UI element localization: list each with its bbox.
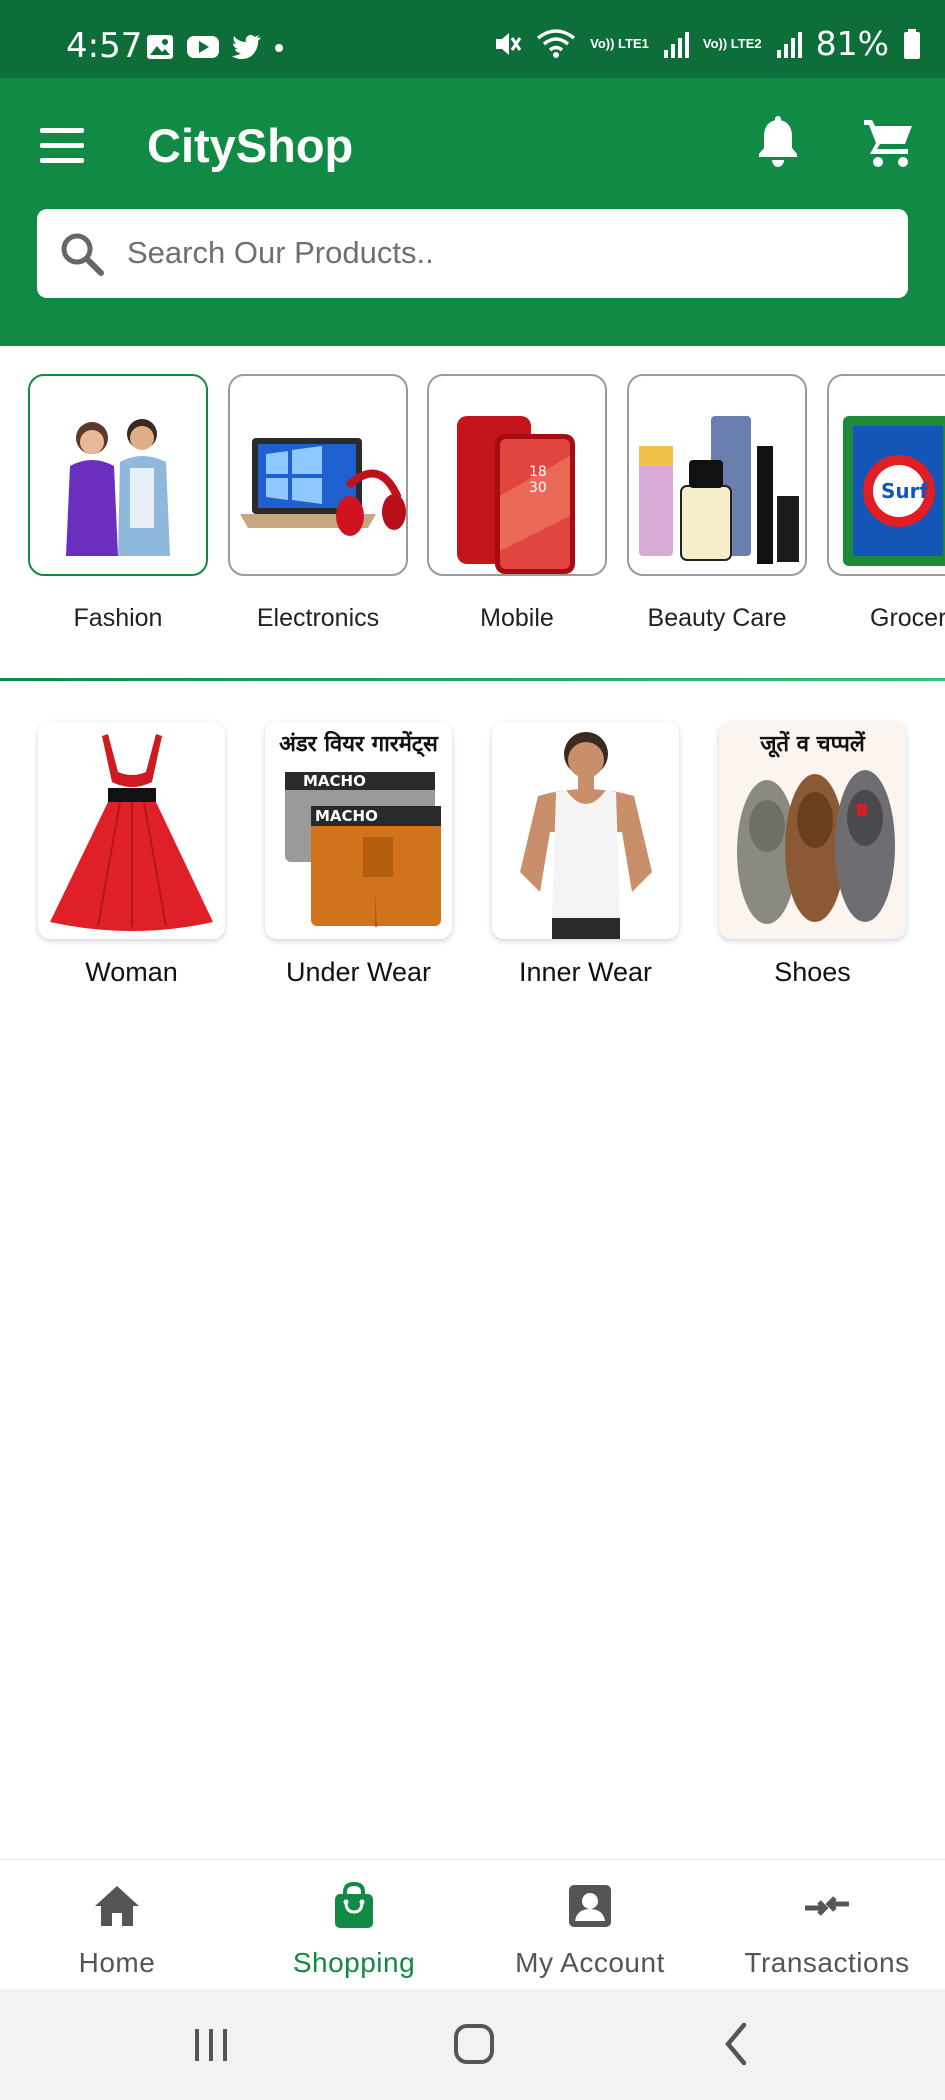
signal-icon [663, 31, 689, 58]
nav-shopping[interactable]: Shopping [244, 1880, 464, 1979]
category-card[interactable] [28, 374, 208, 576]
category-label: Electronics [256, 604, 380, 632]
subcategory-inner-wear[interactable]: Inner Wear [492, 722, 679, 988]
category-fashion[interactable]: Fashion [28, 374, 208, 633]
svg-text:Surf: Surf [881, 479, 929, 503]
category-grocery[interactable]: Surf Grocer [827, 374, 945, 633]
underwear-image: MACHO MACHO [285, 772, 441, 927]
inner-wear-image [520, 732, 652, 939]
signal-icon [776, 31, 802, 58]
category-electronics[interactable]: Electronics [228, 374, 408, 633]
account-icon [569, 1885, 611, 1927]
status-system-icons: Vo)) LTE1 Vo)) LTE2 81% [492, 24, 921, 63]
youtube-icon [187, 36, 219, 58]
subcategory-label: Shoes [774, 957, 851, 987]
search-icon[interactable] [59, 231, 105, 277]
mute-icon [496, 32, 522, 55]
search-input[interactable] [127, 219, 887, 287]
shoes-image [737, 770, 895, 924]
home-button-icon[interactable] [444, 2017, 504, 2071]
category-card[interactable] [627, 374, 807, 576]
nav-label: My Account [515, 1947, 665, 1978]
status-notification-icons [146, 32, 284, 62]
category-mobile[interactable]: 18 30 Mobile [427, 374, 607, 633]
svg-text:30: 30 [529, 480, 547, 496]
app-title: CityShop [147, 119, 354, 172]
category-label: Beauty Care [647, 604, 787, 632]
beauty-care-image [639, 416, 799, 564]
transactions-icon [805, 1896, 849, 1916]
category-divider [0, 678, 945, 681]
nav-transactions[interactable]: Transactions [717, 1880, 937, 1979]
status-bar: 4:57 Vo)) LTE1 Vo)) LTE2 81% [0, 0, 945, 78]
wifi-icon [537, 28, 576, 58]
category-card[interactable]: Surf [827, 374, 945, 576]
underwear-brand-label: MACHO [303, 772, 366, 790]
twitter-icon [232, 34, 261, 59]
subcategory-under-wear[interactable]: अंडर वियर गारमेंट्स MACHO MACHO Under We… [265, 722, 452, 988]
network-label-1: Vo)) LTE1 [590, 36, 649, 51]
subcategory-shoes[interactable]: जूतें व चप्पलें Shoes [719, 722, 906, 988]
cart-icon [864, 120, 912, 167]
notifications-button[interactable] [755, 116, 801, 168]
subcategory-label: Woman [85, 957, 178, 987]
battery-percentage: 81% [815, 24, 889, 63]
subcategory-label: Inner Wear [518, 957, 653, 987]
svg-text:18: 18 [529, 464, 547, 480]
subcategory-card[interactable] [492, 722, 679, 939]
recent-apps-icon[interactable] [181, 2017, 241, 2071]
underwear-brand-label: MACHO [315, 807, 378, 825]
back-icon[interactable] [708, 2017, 768, 2071]
home-icon [95, 1886, 139, 1926]
nav-label: Transactions [744, 1947, 910, 1978]
status-time: 4:57 [66, 26, 143, 66]
cart-button[interactable] [862, 116, 916, 168]
grocery-image: Surf [843, 416, 945, 566]
mobile-image: 18 30 [457, 416, 575, 574]
subcategory-card[interactable] [38, 722, 225, 939]
nav-label: Shopping [292, 1947, 416, 1978]
category-card[interactable] [228, 374, 408, 576]
subcategory-card[interactable]: जूतें व चप्पलें [719, 722, 906, 939]
category-label: Mobile [480, 604, 554, 632]
system-navigation-bar [0, 1989, 945, 2100]
subcategory-label: Under Wear [285, 957, 432, 987]
category-label: Grocer [870, 604, 945, 632]
category-beauty-care[interactable]: Beauty Care [627, 374, 807, 633]
category-card[interactable]: 18 30 [427, 374, 607, 576]
app-bar: CityShop [0, 78, 945, 346]
bottom-navigation: Home Shopping My Account Transactions [0, 1859, 945, 1989]
search-bar[interactable] [37, 209, 908, 298]
nav-label: Home [78, 1947, 156, 1978]
gallery-icon [147, 35, 173, 59]
subcategory-woman[interactable]: Woman [38, 722, 225, 988]
network-label-2: Vo)) LTE2 [702, 36, 762, 51]
nav-home[interactable]: Home [7, 1880, 227, 1979]
fashion-image [66, 419, 170, 556]
menu-button[interactable] [40, 128, 86, 164]
category-strip[interactable]: Fashion Electronics 18 30 Mobile Beauty … [0, 346, 945, 680]
battery-icon [904, 28, 920, 59]
dot-icon [275, 44, 283, 52]
nav-my-account[interactable]: My Account [480, 1880, 700, 1979]
category-label: Fashion [73, 604, 163, 632]
subcategory-card[interactable]: अंडर वियर गारमेंट्स MACHO MACHO [265, 722, 452, 939]
shopping-bag-icon [335, 1881, 373, 1928]
bell-icon [759, 116, 797, 167]
dress-image [50, 734, 213, 931]
electronics-image [240, 438, 406, 536]
